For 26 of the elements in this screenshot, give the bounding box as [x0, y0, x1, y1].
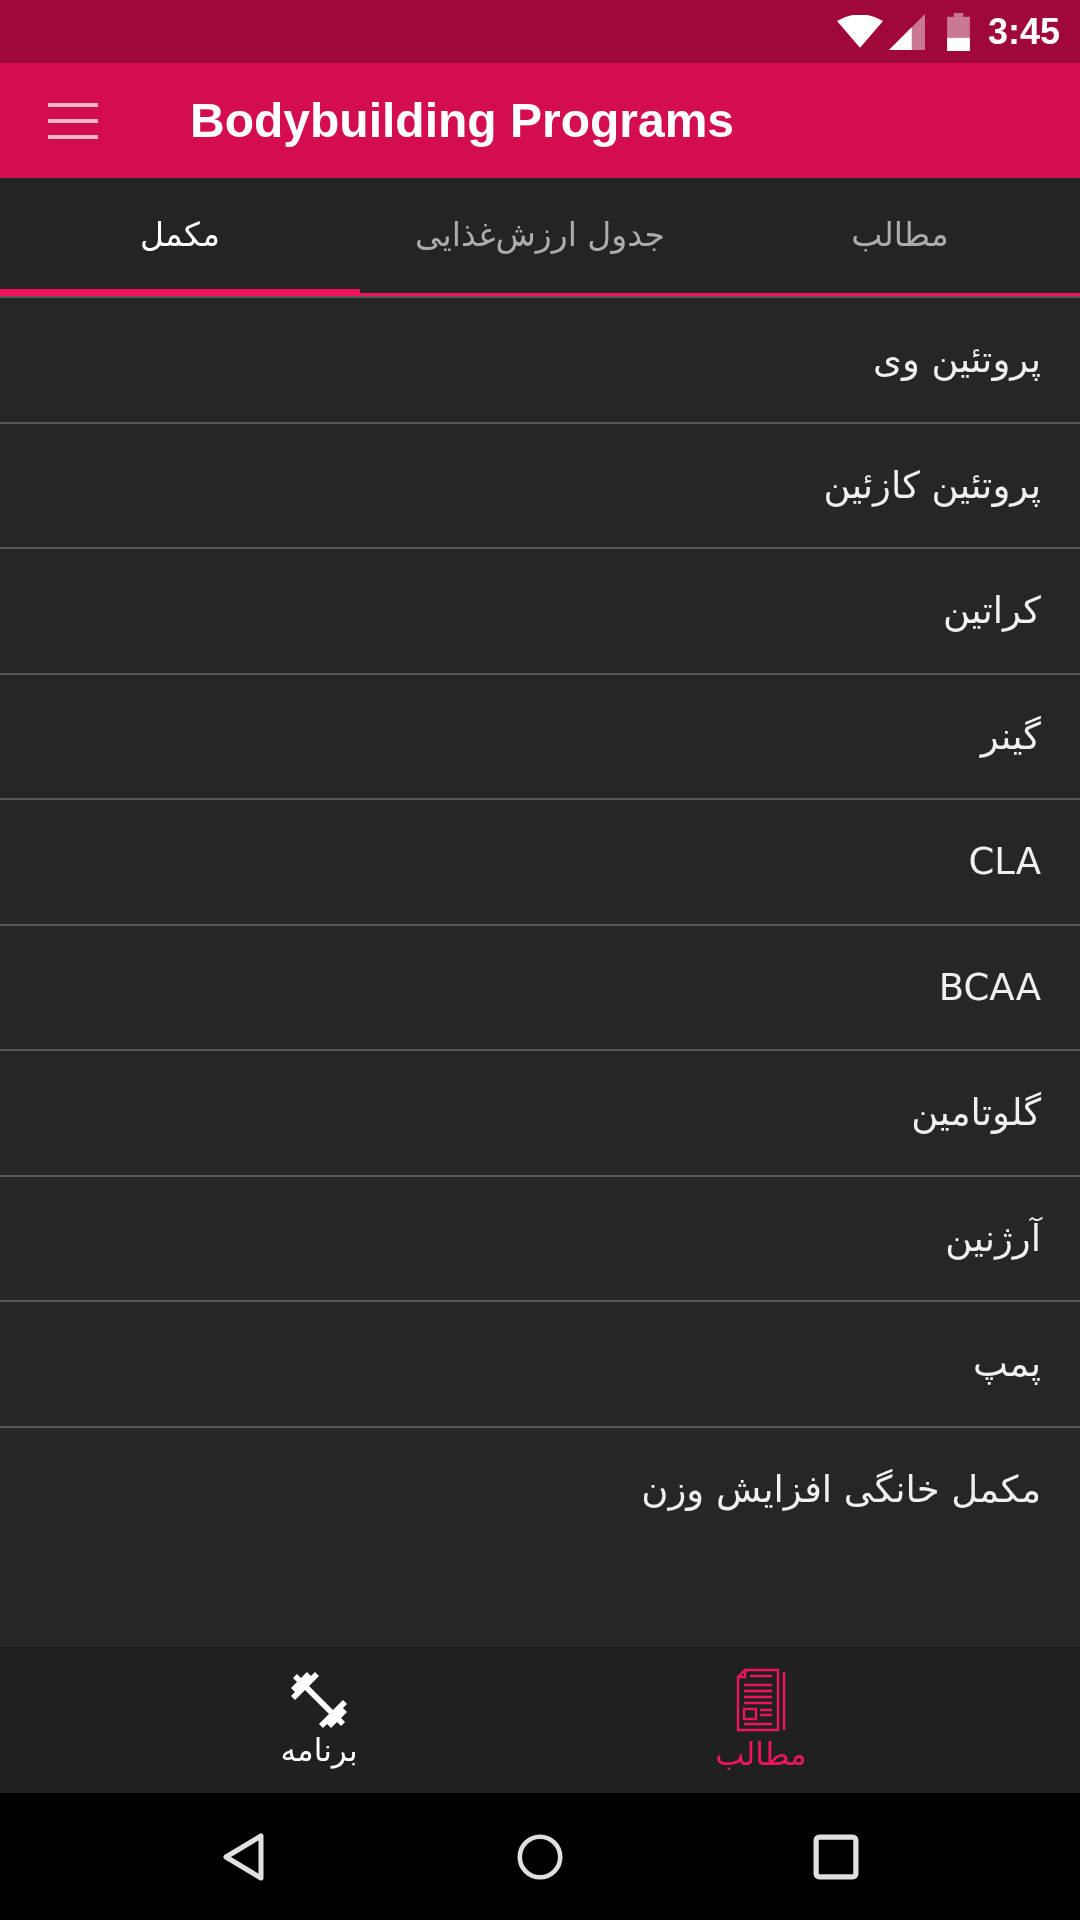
- wifi-icon: [836, 15, 883, 48]
- list-item[interactable]: آرژنین: [0, 1174, 1080, 1300]
- document-icon: [736, 1668, 786, 1732]
- tab[interactable]: مکمل: [0, 178, 360, 296]
- tab[interactable]: جدول ارزش‌غذایی: [360, 178, 720, 296]
- list-item[interactable]: پروتئین کازئین: [0, 421, 1080, 547]
- dumbbell-icon: [291, 1672, 347, 1728]
- list-item[interactable]: BCAA: [0, 923, 1080, 1049]
- bottom-nav-item[interactable]: برنامه: [98, 1647, 540, 1793]
- app-title: Bodybuilding Programs: [190, 93, 735, 148]
- tab[interactable]: مطالب: [720, 178, 1080, 296]
- bottom-nav-item[interactable]: مطالب: [540, 1647, 982, 1793]
- list-item[interactable]: پمپ: [0, 1300, 1080, 1426]
- home-icon[interactable]: [517, 1832, 563, 1881]
- list-item[interactable]: گلوتامین: [0, 1049, 1080, 1175]
- battery-icon: [946, 12, 970, 51]
- recents-icon[interactable]: [813, 1832, 859, 1881]
- status-time: 3:45: [987, 10, 1060, 53]
- back-icon[interactable]: [221, 1832, 267, 1881]
- list-item[interactable]: پروتئین وی: [0, 296, 1080, 422]
- list-item[interactable]: کراتین: [0, 547, 1080, 673]
- list-item[interactable]: مکمل خانگی افزایش وزن: [0, 1425, 1080, 1551]
- list-item[interactable]: گینر: [0, 672, 1080, 798]
- menu-icon[interactable]: [48, 102, 98, 139]
- signal-icon: [888, 13, 925, 50]
- list-item[interactable]: CLA: [0, 798, 1080, 924]
